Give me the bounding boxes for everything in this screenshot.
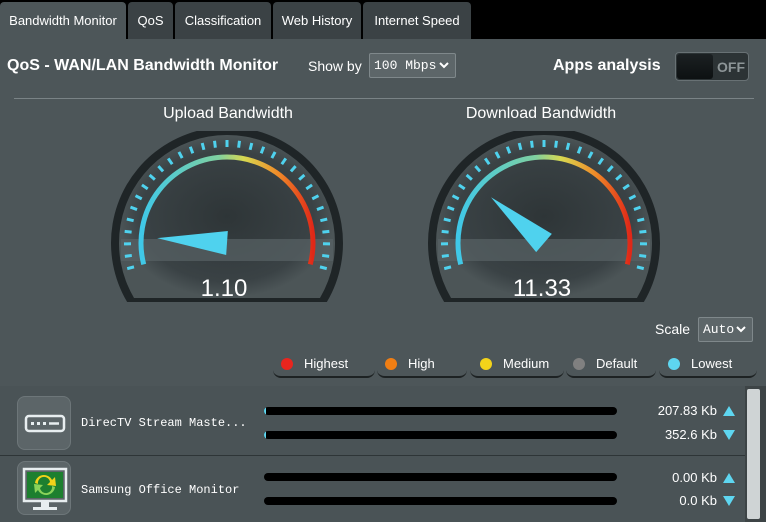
client-download-bar: [264, 431, 617, 439]
client-list-scrollbar[interactable]: [745, 386, 766, 522]
arrow-up-icon: [723, 406, 735, 416]
arrow-up-icon: [723, 473, 735, 483]
download-gauge-value: 11.33: [512, 275, 572, 302]
legend-highest: Highest: [273, 351, 375, 378]
show-by-select[interactable]: 100 Mbps: [369, 53, 456, 78]
client-upload-bar: [264, 473, 617, 481]
tab-classification[interactable]: Classification: [175, 2, 271, 39]
gauge-tick: [639, 229, 647, 234]
page-title: QoS - WAN/LAN Bandwidth Monitor: [7, 57, 279, 74]
scale-value: Auto: [703, 322, 735, 337]
client-upload-rate: 0.00 Kb: [672, 470, 717, 485]
gauge-tick: [554, 140, 558, 148]
gauge-tick: [517, 142, 523, 151]
legend-label: High: [408, 356, 435, 371]
gauge-tick: [441, 229, 449, 234]
toggle-knob: [677, 54, 713, 79]
legend-medium: Medium: [470, 351, 564, 378]
chevron-down-icon: [439, 62, 449, 69]
arrow-down-icon: [723, 496, 735, 506]
gauge-tick: [441, 253, 450, 258]
client-upload-rate: 207.83 Kb: [657, 403, 717, 418]
legend-dot: [668, 358, 680, 370]
gauge-tick: [637, 217, 645, 223]
gauge-tick: [319, 265, 328, 271]
apps-analysis-toggle[interactable]: OFF: [675, 52, 749, 81]
chevron-down-icon: [736, 326, 746, 333]
gauge-tick: [124, 229, 132, 234]
client-upload-bar: [264, 407, 617, 415]
legend-label: Highest: [304, 356, 349, 371]
gauge-tick: [124, 253, 133, 258]
tab-bar: Bandwidth Monitor QoS Classification Web…: [0, 0, 766, 39]
client-name: DirecTV Stream Maste...: [81, 416, 247, 430]
gauge-tick: [126, 265, 135, 271]
gauge-tick: [320, 217, 328, 223]
download-gauge-title: Download Bandwidth: [465, 105, 617, 122]
legend-dot: [281, 358, 293, 370]
legend-lowest: Lowest: [659, 351, 757, 378]
arrow-down-icon: [723, 430, 735, 440]
gauge-tick: [565, 142, 571, 151]
gauge-tick: [248, 142, 254, 151]
client-download-rate: 0.0 Kb: [679, 493, 717, 508]
legend-dot: [573, 358, 585, 370]
gauge-tick: [126, 217, 134, 223]
upload-gauge-title: Upload Bandwidth: [163, 105, 293, 122]
client-download-bar: [264, 497, 617, 505]
gauge-tick: [237, 140, 241, 148]
legend-default: Default: [566, 351, 656, 378]
client-name: Samsung Office Monitor: [81, 483, 240, 497]
gauge-tick: [321, 253, 330, 258]
show-by-value: 100 Mbps: [374, 58, 437, 73]
gauge-tick: [636, 265, 645, 271]
scrollbar-thumb[interactable]: [747, 389, 760, 519]
legend-dot: [480, 358, 492, 370]
legend-label: Lowest: [691, 356, 733, 371]
legend-label: Medium: [503, 356, 550, 371]
upload-gauge-value: 1.10: [200, 275, 248, 302]
client-row: Samsung Office Monitor: [0, 456, 745, 522]
gauge-tick: [638, 253, 647, 258]
show-by-label: Show by: [308, 58, 362, 74]
download-fill: [264, 431, 267, 439]
toggle-state: OFF: [717, 59, 745, 75]
client-row: DirecTV Stream Maste...: [0, 389, 745, 455]
upload-fill: [264, 407, 267, 415]
gauge-tick: [443, 217, 451, 223]
set-top-box-icon[interactable]: [17, 396, 71, 450]
scale-select[interactable]: Auto: [698, 317, 753, 342]
gauge-tick: [530, 140, 534, 148]
tab-internet-speed[interactable]: Internet Speed: [363, 2, 471, 39]
apps-analysis-label: Apps analysis: [553, 57, 661, 74]
tab-bandwidth-monitor[interactable]: Bandwidth Monitor: [0, 2, 126, 39]
gauge-tick: [322, 229, 330, 234]
client-download-rate: 352.6 Kb: [664, 427, 717, 442]
legend-dot: [385, 358, 397, 370]
gauge-tick: [443, 265, 452, 271]
gauge-tick: [200, 142, 206, 151]
scale-label: Scale: [655, 321, 691, 337]
monitor-sync-icon[interactable]: [17, 461, 71, 515]
legend-label: Default: [596, 356, 638, 371]
tab-qos[interactable]: QoS: [128, 2, 173, 39]
tab-web-history[interactable]: Web History: [273, 2, 361, 39]
divider: [14, 98, 754, 99]
legend-high: High: [377, 351, 467, 378]
gauge-tick: [213, 140, 217, 148]
